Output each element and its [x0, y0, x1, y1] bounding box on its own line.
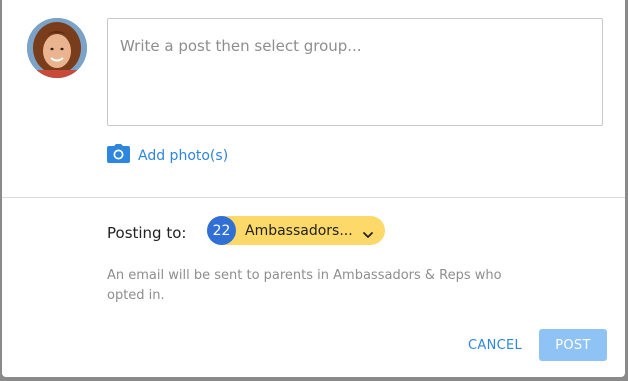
group-name: Ambassadors...: [245, 222, 353, 239]
add-photo-button[interactable]: Add photo(s): [107, 144, 228, 167]
add-photo-label: Add photo(s): [138, 147, 229, 164]
section-divider: [2, 197, 625, 198]
camera-icon: [107, 144, 130, 167]
avatar-photo: [27, 18, 87, 78]
group-count-badge: 22: [207, 216, 236, 245]
new-post-dialog: Add photo(s) Posting to: 22 Ambassadors.…: [2, 0, 625, 377]
posting-to-label: Posting to:: [107, 224, 187, 242]
avatar: [27, 18, 87, 78]
post-button[interactable]: POST: [539, 329, 607, 361]
email-notice: An email will be sent to parents in Amba…: [107, 268, 502, 303]
group-selector[interactable]: 22 Ambassadors...: [207, 216, 385, 245]
chevron-down-icon: [362, 225, 374, 244]
post-text-input[interactable]: [107, 18, 603, 126]
cancel-button[interactable]: CANCEL: [468, 338, 522, 353]
